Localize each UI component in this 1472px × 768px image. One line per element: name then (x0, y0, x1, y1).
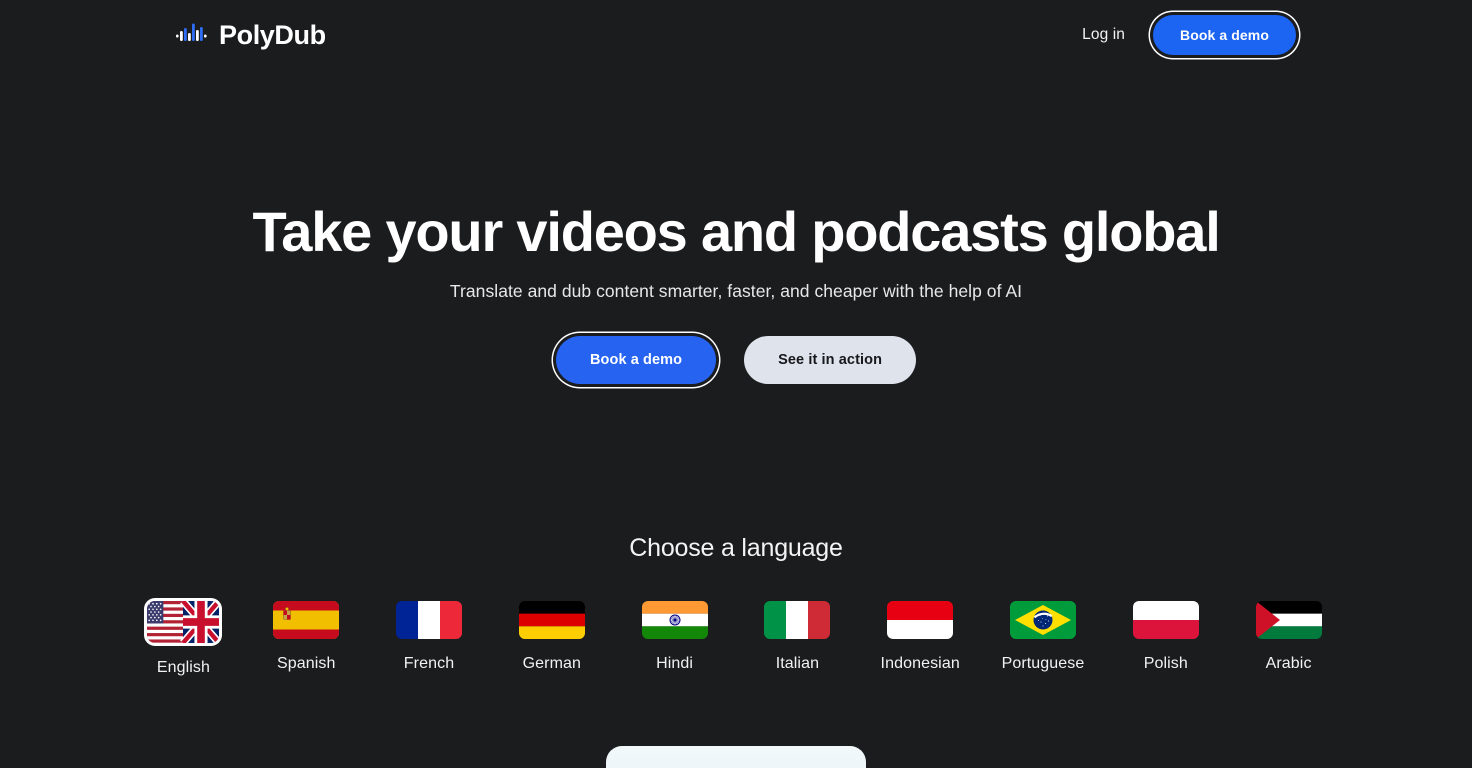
language-option-french[interactable]: French (368, 601, 491, 672)
book-demo-button-header[interactable]: Book a demo (1152, 15, 1296, 55)
flag-es-icon (273, 601, 340, 639)
flag-us-uk-icon (147, 601, 220, 643)
header-actions: Log in Book a demo (1082, 15, 1296, 55)
site-header: PolyDub Log in Book a demo (0, 0, 1472, 70)
language-option-portuguese[interactable]: Portuguese (982, 601, 1105, 672)
flag-in-icon (641, 601, 708, 639)
audio-waveform-icon (176, 22, 210, 48)
language-option-polish[interactable]: Polish (1104, 601, 1227, 672)
flag-id-icon (887, 601, 954, 639)
language-option-arabic[interactable]: Arabic (1227, 601, 1350, 672)
language-label: German (522, 655, 581, 672)
language-option-indonesian[interactable]: Indonesian (859, 601, 982, 672)
brand-logo[interactable]: PolyDub (176, 15, 326, 55)
hero-title: Take your videos and podcasts global (252, 200, 1220, 263)
language-option-hindi[interactable]: Hindi (613, 601, 736, 672)
see-it-in-action-button[interactable]: See it in action (744, 336, 917, 385)
language-section: Choose a language English Spanish French… (0, 534, 1472, 676)
login-link[interactable]: Log in (1082, 26, 1125, 44)
language-label: Italian (775, 655, 820, 672)
language-label: Indonesian (880, 655, 960, 672)
language-label: Arabic (1265, 655, 1312, 672)
flag-fr-icon (396, 601, 462, 639)
language-label: Portuguese (1001, 655, 1085, 672)
hero-subtitle: Translate and dub content smarter, faste… (449, 281, 1023, 302)
language-list: English Spanish French German Hindi Ital… (0, 601, 1472, 676)
language-option-spanish[interactable]: Spanish (245, 601, 368, 672)
bottom-panel-peek (606, 746, 866, 768)
language-option-english[interactable]: English (122, 601, 245, 676)
language-heading: Choose a language (629, 534, 843, 562)
brand-name: PolyDub (219, 19, 326, 50)
book-demo-button-hero[interactable]: Book a demo (555, 336, 717, 385)
language-option-italian[interactable]: Italian (736, 601, 859, 672)
hero-cta-group: Book a demo See it in action (0, 336, 1472, 385)
flag-br-icon (1009, 601, 1076, 639)
language-label: French (403, 655, 455, 672)
language-label: Hindi (656, 655, 694, 672)
flag-it-icon (764, 601, 831, 639)
language-label: Polish (1143, 655, 1188, 672)
language-label: Spanish (276, 655, 336, 672)
flag-ps-icon (1255, 601, 1322, 639)
language-label: English (156, 659, 210, 676)
language-option-german[interactable]: German (490, 601, 613, 672)
flag-pl-icon (1132, 601, 1199, 639)
hero-section: Take your videos and podcasts global Tra… (0, 200, 1472, 385)
flag-de-icon (518, 601, 585, 639)
